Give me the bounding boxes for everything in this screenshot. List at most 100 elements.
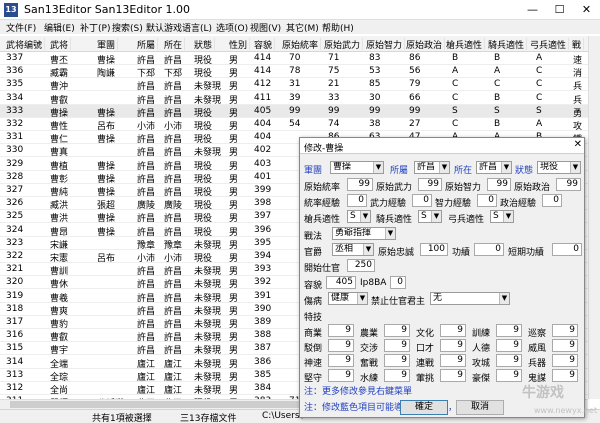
column-header[interactable]: 騎兵適性 — [488, 38, 528, 51]
dialog-close-icon[interactable]: ✕ — [574, 139, 582, 150]
exp-pol-input[interactable]: 0 — [542, 194, 562, 207]
cancel-button[interactable]: 取消 — [456, 400, 504, 415]
table-cell: A — [494, 66, 501, 77]
column-header[interactable]: 武将编號 — [6, 38, 46, 51]
apt-bow-select[interactable]: S ▼ — [490, 210, 514, 223]
exp-war-input[interactable]: 0 — [412, 194, 432, 207]
trait-value-input[interactable]: 9 — [496, 339, 522, 352]
trait-value-input[interactable]: 9 — [328, 339, 354, 352]
base-war-input[interactable]: 99 — [418, 178, 442, 191]
table-cell: 現役 — [194, 227, 213, 238]
trait-value-input[interactable]: 9 — [384, 339, 410, 352]
trait-label: 豪傑 — [472, 374, 491, 384]
menu-search[interactable]: 搜索(S) — [112, 21, 143, 34]
column-header[interactable]: 軍團 — [97, 38, 119, 51]
column-header[interactable]: 戰 — [572, 38, 585, 51]
column-header[interactable]: 槍兵適性 — [446, 38, 486, 51]
close-button[interactable]: ✕ — [573, 0, 600, 20]
trait-value-input[interactable]: 9 — [384, 369, 410, 382]
table-row[interactable]: 333 曹操 曹操 許昌 許昌 現役男 405 99 99 99 99 S S S 勇 — [0, 104, 588, 119]
face-input[interactable]: 405 — [326, 276, 356, 289]
exp-lead-input[interactable]: 0 — [347, 194, 367, 207]
trait-value-input[interactable]: 9 — [440, 339, 466, 352]
exp-int-input[interactable]: 0 — [477, 194, 497, 207]
rank-select[interactable]: 丞相 ▼ — [332, 243, 374, 256]
table-cell: 宋謙 — [50, 240, 69, 251]
belong-select[interactable]: 許昌 ▼ — [414, 161, 450, 174]
menu-file[interactable]: 文件(F) — [6, 21, 36, 34]
table-cell: 332 — [6, 119, 24, 129]
table-row[interactable]: 332 曹性 呂布 小沛 小沛 現役 男 404 54 74 38 27 C B A 攻 — [0, 118, 588, 132]
column-header[interactable]: 武将 — [50, 38, 72, 51]
tactic-select[interactable]: 勇爺指揮 ▼ — [332, 227, 396, 240]
maximize-button[interactable]: ☐ — [546, 0, 573, 20]
short-merit-input[interactable]: 0 — [552, 243, 582, 256]
trait-value-input[interactable]: 9 — [496, 324, 522, 337]
exp-pol-label: 政治經驗 — [500, 199, 537, 209]
face-hex-input[interactable]: 0 — [390, 276, 406, 289]
trait-value-input[interactable]: 9 — [384, 354, 410, 367]
trait-value-input[interactable]: 9 — [328, 324, 354, 337]
base-lead-input[interactable]: 99 — [347, 178, 373, 191]
table-cell: C — [536, 66, 543, 77]
table-cell: 全端 — [50, 359, 69, 370]
trait-value-input[interactable]: 9 — [384, 324, 410, 337]
menu-options[interactable]: 选项(O) — [216, 21, 248, 34]
sickness-select[interactable]: 健康 ▼ — [328, 292, 368, 305]
column-header[interactable]: 所在 — [164, 38, 186, 51]
trait-value-input[interactable]: 9 — [552, 354, 578, 367]
column-header[interactable]: 原始智力 — [366, 38, 406, 51]
ban-select[interactable]: 无 ▼ — [430, 292, 510, 305]
vertical-scrollbar[interactable] — [588, 36, 600, 399]
trait-value-input[interactable]: 9 — [552, 339, 578, 352]
table-cell: 321 — [6, 264, 24, 275]
menu-view[interactable]: 视图(V) — [250, 21, 281, 34]
trait-value-input[interactable]: 9 — [328, 354, 354, 367]
trait-value-input[interactable]: 9 — [440, 369, 466, 382]
trait-value-input[interactable]: 9 — [328, 369, 354, 382]
merit-input[interactable]: 0 — [474, 243, 504, 256]
column-header[interactable]: 弓兵適性 — [530, 38, 570, 51]
loyalty-input[interactable]: 100 — [420, 243, 448, 256]
table-row[interactable]: 337 曹丕 曹操 許昌 許昌 現役 男 414 70 71 83 86 B B A 速 — [0, 52, 588, 66]
column-header[interactable]: 原始統率 — [282, 38, 322, 51]
menu-edit[interactable]: 编辑(E) — [44, 21, 75, 34]
table-cell: 許昌 — [164, 306, 183, 317]
apt-cav-select[interactable]: S ▼ — [418, 210, 442, 223]
column-header[interactable]: 性別 — [229, 38, 251, 51]
table-cell: 男 — [229, 108, 239, 119]
table-row[interactable]: 336 臧霸 陶謙 下邳 下邳 現役男 414 78 75 53 56 A A C 消 — [0, 65, 588, 80]
table-cell: 56 — [409, 66, 421, 77]
minimize-button[interactable]: — — [519, 0, 546, 20]
column-header[interactable]: 容貌 — [254, 38, 276, 51]
trait-value-input[interactable]: 9 — [440, 354, 466, 367]
state-select[interactable]: 現役 ▼ — [537, 161, 581, 174]
menu-language[interactable]: 默认游戏语言(L) — [146, 21, 212, 34]
column-header[interactable]: 狀態 — [194, 38, 216, 51]
table-cell: S — [494, 105, 500, 116]
column-header[interactable]: 原始政治 — [406, 38, 446, 51]
menu-other[interactable]: 其它(M) — [286, 21, 319, 34]
trait-value-input[interactable]: 9 — [496, 354, 522, 367]
base-int-input[interactable]: 99 — [487, 178, 511, 191]
ok-button[interactable]: 確定 — [400, 400, 448, 415]
base-pol-input[interactable]: 99 — [556, 178, 581, 191]
table-row[interactable]: 334 曹叡 許昌 許昌 未發現男 411 39 33 30 66 C B C 兵 — [0, 92, 588, 106]
table-cell: 男 — [229, 69, 239, 80]
trait-value-input[interactable]: 9 — [552, 324, 578, 337]
menu-help[interactable]: 帮助(H) — [322, 21, 354, 34]
apt-spear-select[interactable]: S ▼ — [347, 210, 371, 223]
location-select[interactable]: 許昌 ▼ — [476, 161, 512, 174]
column-header[interactable]: 原始武力 — [324, 38, 364, 51]
column-header[interactable]: 所屬 — [137, 38, 159, 51]
table-cell: 387 — [254, 343, 272, 354]
menu-patch[interactable]: 补丁(P) — [80, 21, 110, 34]
trait-value-input[interactable]: 9 — [440, 324, 466, 337]
chevron-down-icon: ▼ — [360, 211, 370, 222]
table-cell: 314 — [6, 356, 24, 367]
traits-label: 特技 — [304, 313, 323, 323]
table-cell: 男 — [229, 386, 239, 396]
debut-input[interactable]: 250 — [347, 259, 375, 272]
table-row[interactable]: 335 曹沖 許昌 許昌 未發現男 412 31 21 85 79 C C C 兵 — [0, 78, 588, 92]
army-select[interactable]: 曹操 ▼ — [330, 161, 384, 174]
